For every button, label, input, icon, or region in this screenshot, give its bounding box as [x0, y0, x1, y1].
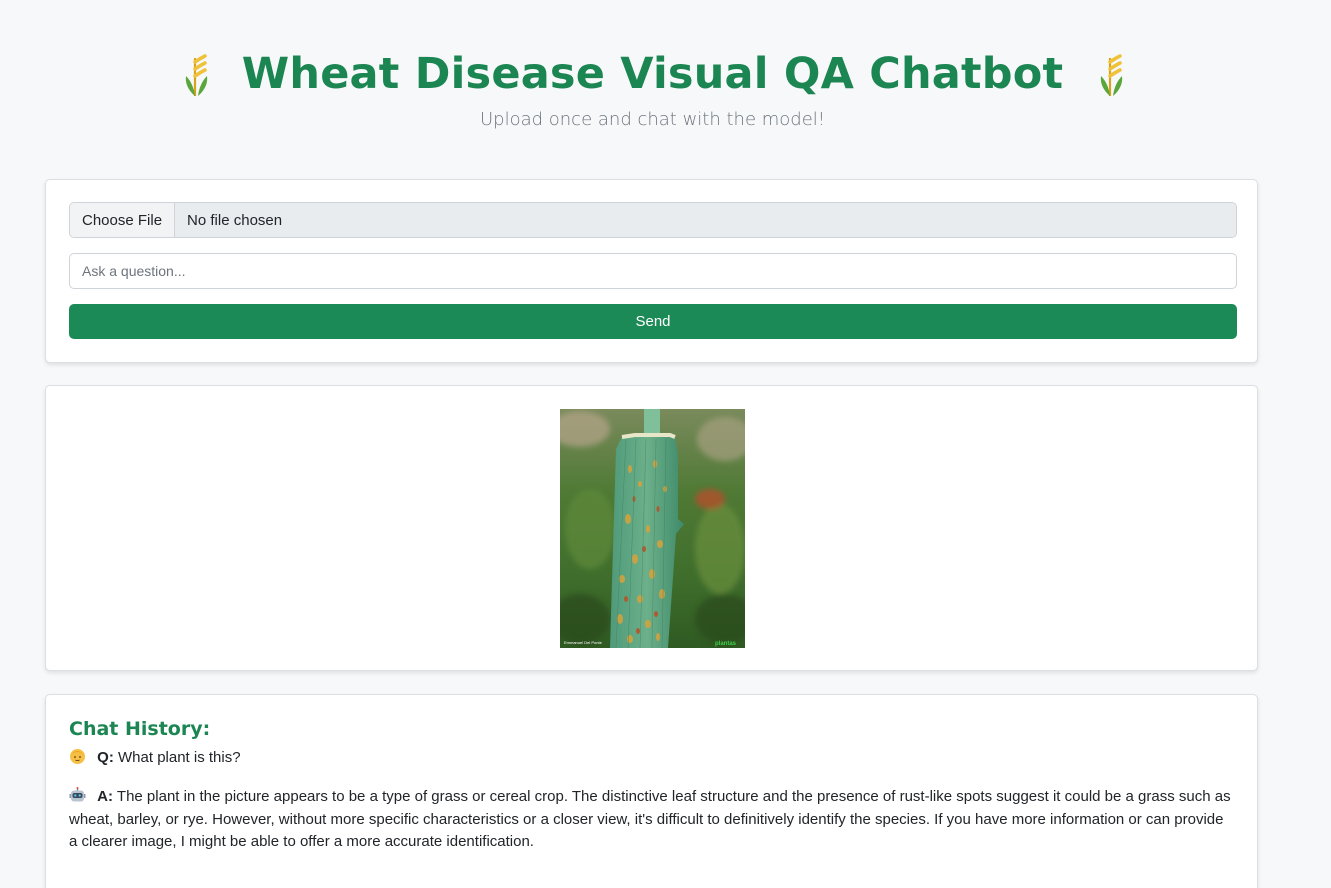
question-text: What plant is this? [118, 749, 241, 766]
chat-history-card: Chat History: Q: What plant is this? A: … [45, 694, 1258, 888]
wheat-icon [185, 54, 207, 96]
image-preview-card: Emmanuel Del Ponte plantas [45, 385, 1258, 671]
question-prefix: Q: [97, 749, 114, 766]
wheat-icon [1101, 54, 1123, 96]
page-title: Wheat Disease Visual QA Chatbot [241, 49, 1064, 99]
uploaded-leaf-image: Emmanuel Del Ponte plantas [560, 409, 745, 648]
title-row: Wheat Disease Visual QA Chatbot [0, 44, 1305, 104]
answer-prefix: A: [97, 788, 113, 805]
chat-message-bot: A: The plant in the picture appears to b… [69, 786, 1234, 854]
choose-file-button[interactable]: Choose File [70, 203, 176, 237]
question-input[interactable] [69, 253, 1237, 289]
upload-form-card: Choose File No file chosen Send [45, 179, 1258, 363]
file-upload-input[interactable]: Choose File No file chosen [69, 202, 1237, 238]
robot-icon [69, 787, 86, 802]
answer-text: The plant in the picture appears to be a… [69, 788, 1231, 850]
page-subtitle: Upload once and chat with the model! [479, 109, 826, 130]
header: Wheat Disease Visual QA Chatbot Upload o… [0, 44, 1305, 130]
file-status-text: No file chosen [187, 211, 283, 229]
image-credit-left: Emmanuel Del Ponte [564, 640, 603, 645]
chat-message-user: Q: What plant is this? [69, 747, 1234, 770]
send-button[interactable]: Send [69, 304, 1237, 339]
page: Wheat Disease Visual QA Chatbot Upload o… [0, 0, 1331, 888]
image-credit-right: plantas [715, 641, 737, 647]
chat-history-heading: Chat History: [69, 718, 211, 740]
person-icon [70, 749, 85, 764]
